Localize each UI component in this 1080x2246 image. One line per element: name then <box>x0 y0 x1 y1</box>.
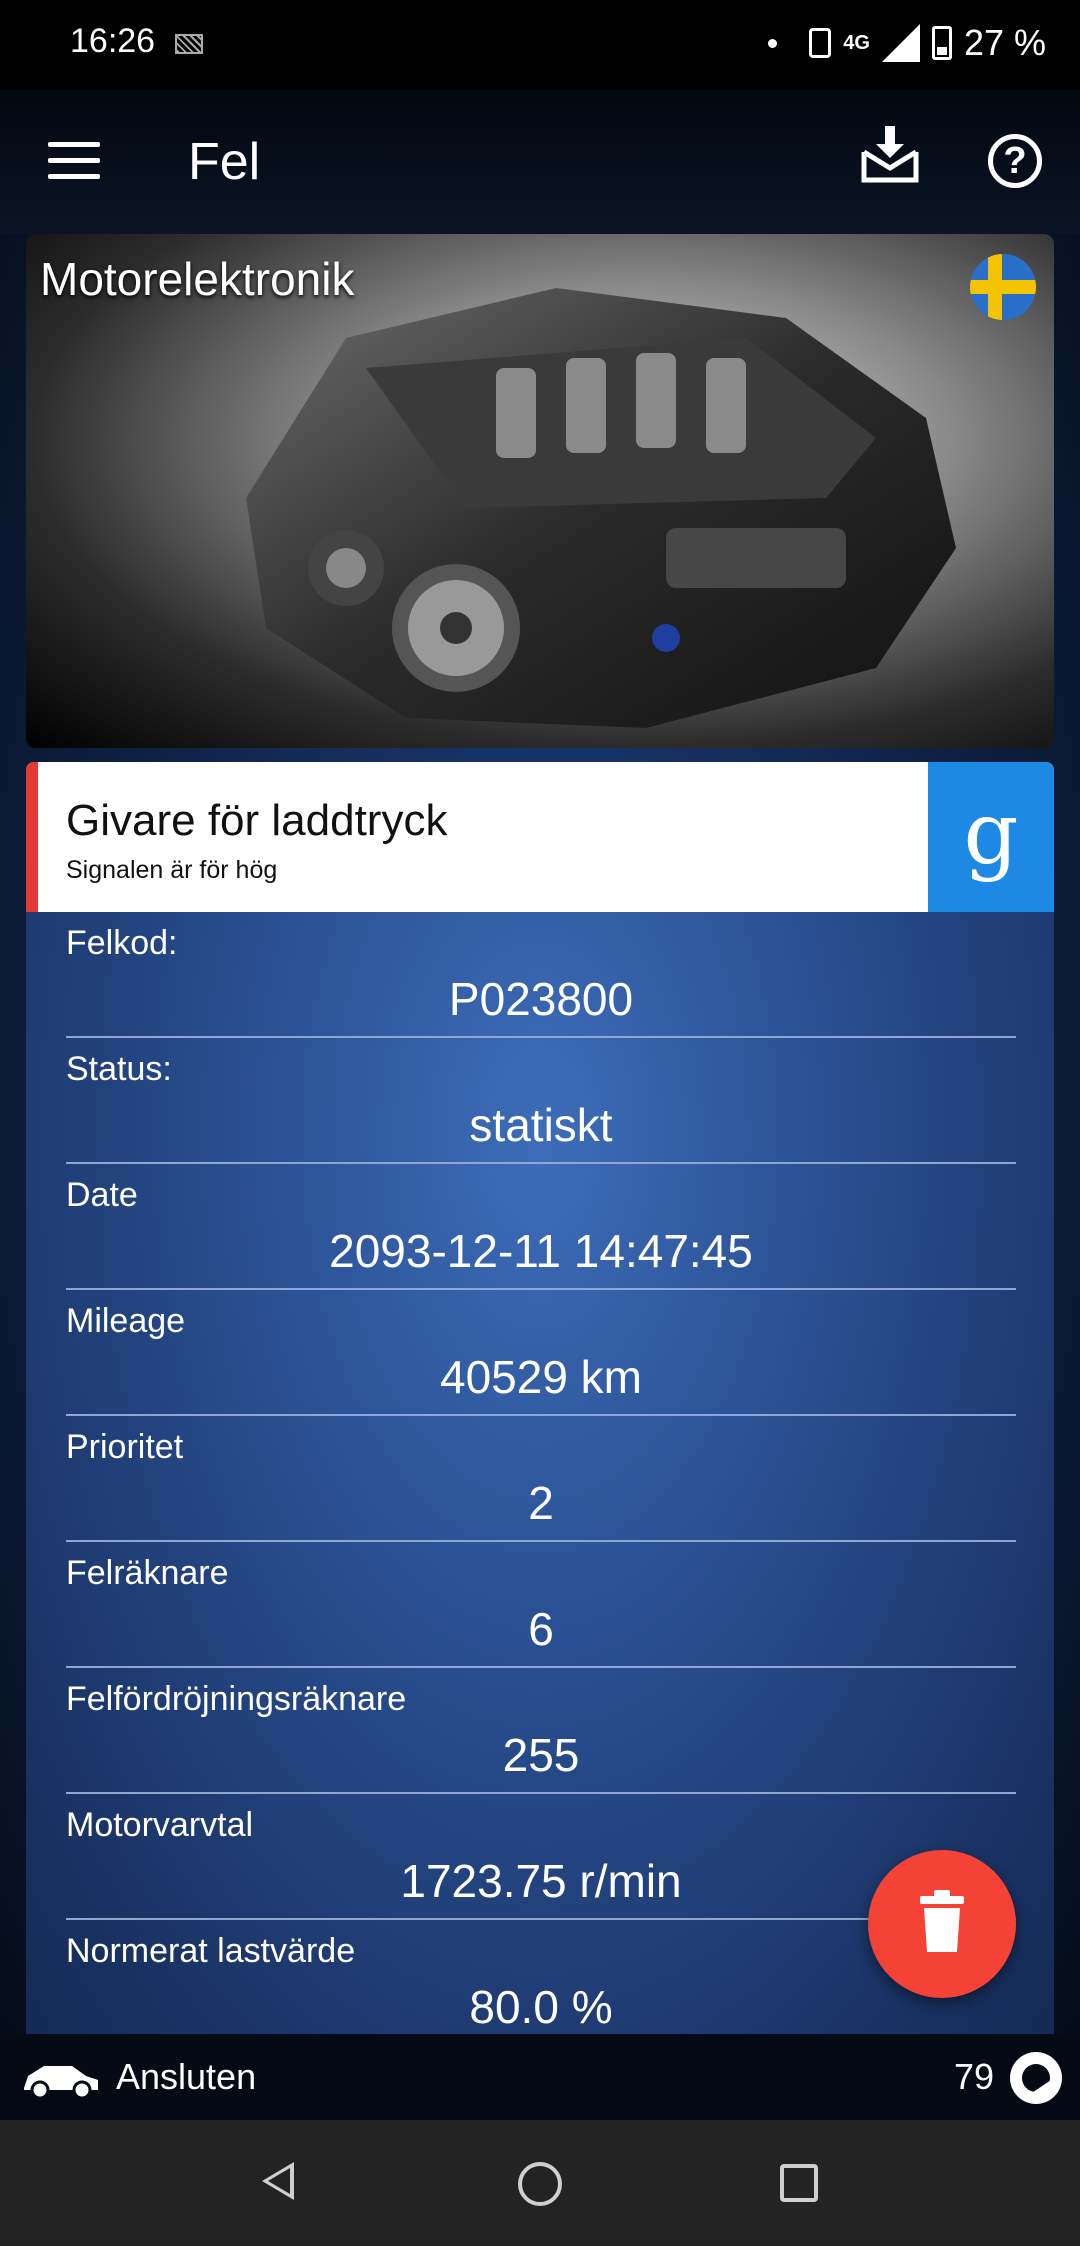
fault-card: Givare för laddtryck Signalen är för hög… <box>26 762 1054 912</box>
detail-value: 80.0 % <box>469 1981 613 2033</box>
detail-value: 2093-12-11 14:47:45 <box>329 1225 753 1277</box>
header-card: Motorelektronik <box>26 234 1054 748</box>
battery-level: 27 % <box>963 22 1046 63</box>
detail-label: Motorvarvtal <box>66 1806 254 1844</box>
detail-row: Felräknare 6 <box>66 1542 1016 1668</box>
severity-accent <box>26 762 38 912</box>
sweden-flag-icon[interactable] <box>970 254 1036 320</box>
detail-label: Felkod: <box>66 924 178 962</box>
download-icon[interactable] <box>858 122 922 186</box>
obd-icon[interactable] <box>1010 2052 1062 2104</box>
status-icons: 4G 27 % <box>768 22 1046 64</box>
status-bar: 16:26 4G 27 % <box>0 0 1080 90</box>
detail-row: Prioritet 2 <box>66 1416 1016 1542</box>
detail-label: Felräknare <box>66 1554 229 1592</box>
fault-subtitle: Signalen är för hög <box>66 856 278 884</box>
signal-icon <box>881 24 920 62</box>
detail-row: Felfördröjningsräknare 255 <box>66 1668 1016 1794</box>
detail-row: Felkod: P023800 <box>66 912 1016 1038</box>
detail-value: 40529 km <box>439 1351 642 1403</box>
fault-title: Givare för laddtryck <box>66 796 448 845</box>
detail-label: Date <box>66 1176 138 1214</box>
detail-value: statiskt <box>469 1099 613 1151</box>
fault-count: 79 <box>953 2056 994 2097</box>
detail-label: Prioritet <box>66 1428 184 1466</box>
detail-label: Normerat lastvärde <box>66 1932 356 1970</box>
google-icon: g <box>963 784 1019 884</box>
help-icon[interactable]: ? <box>988 134 1042 188</box>
recents-icon[interactable] <box>780 2164 818 2202</box>
google-search-button[interactable]: g <box>928 762 1054 912</box>
detail-value: 2 <box>528 1477 554 1529</box>
network-type: 4G <box>843 31 870 54</box>
detail-label: Status: <box>66 1050 172 1088</box>
battery-icon <box>931 26 952 60</box>
notification-dot-icon <box>768 38 778 48</box>
menu-icon[interactable] <box>48 142 100 180</box>
main-content: Motorelektronik Givare för laddtryck Sig… <box>0 234 1080 2034</box>
screenshot-icon <box>175 34 203 54</box>
engine-image <box>246 288 956 728</box>
detail-row: Date 2093-12-11 14:47:45 <box>66 1164 1016 1290</box>
detail-label: Felfördröjningsräknare <box>66 1680 407 1718</box>
header-title: Motorelektronik <box>40 253 355 305</box>
connection-label: Ansluten <box>116 2056 257 2097</box>
detail-value: P023800 <box>448 973 634 1025</box>
page-title: Fel <box>188 133 261 191</box>
car-icon <box>24 2066 98 2100</box>
trash-icon <box>920 1890 964 1952</box>
vibrate-icon <box>809 28 832 58</box>
detail-label: Mileage <box>66 1302 186 1340</box>
detail-value: 255 <box>502 1729 580 1781</box>
home-icon[interactable] <box>518 2162 562 2206</box>
status-time: 16:26 <box>70 22 156 60</box>
delete-button[interactable] <box>868 1850 1016 1998</box>
detail-row: Status: statiskt <box>66 1038 1016 1164</box>
back-icon[interactable] <box>262 2162 294 2200</box>
detail-value: 6 <box>528 1603 554 1655</box>
detail-row: Mileage 40529 km <box>66 1290 1016 1416</box>
connection-status-bar: Ansluten 79 <box>0 2034 1080 2120</box>
system-nav-bar <box>0 2120 1080 2246</box>
app-bar: Fel ? <box>0 90 1080 234</box>
